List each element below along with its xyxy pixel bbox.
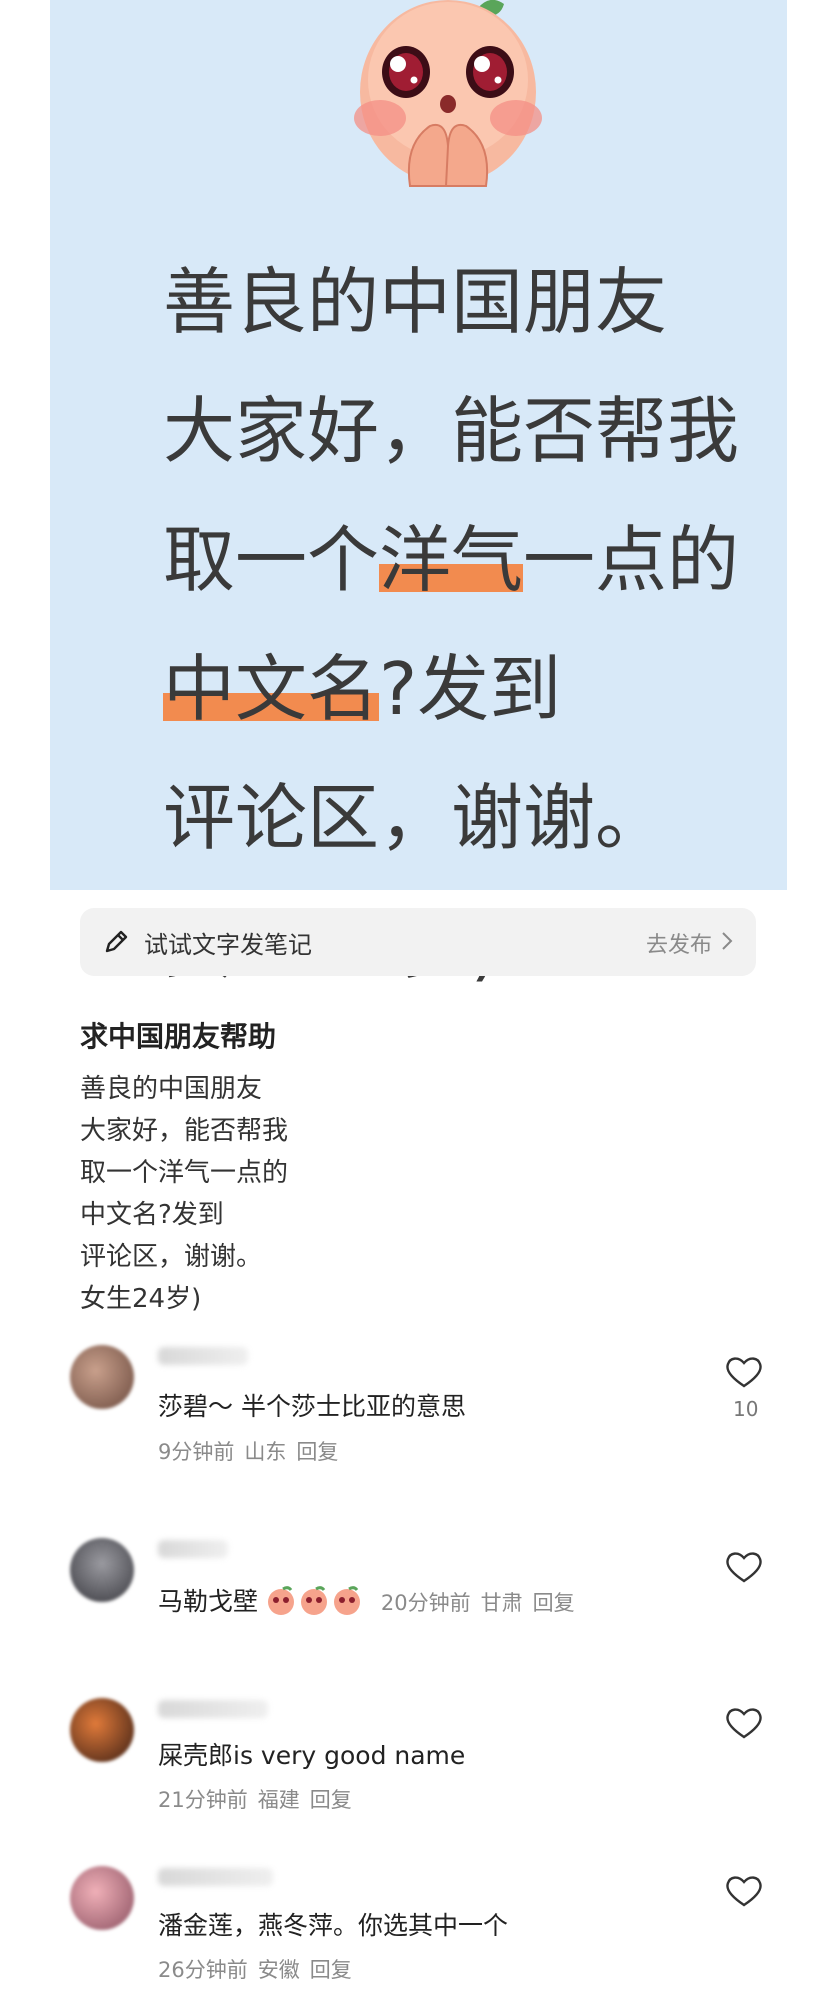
cover-line: 善良的中国朋友 — [163, 260, 668, 344]
heart-icon[interactable] — [725, 1550, 763, 1584]
username-blurred[interactable] — [158, 1868, 273, 1886]
comment-meta: 21分钟前 福建 回复 — [158, 1784, 362, 1814]
comment-item: 潘金莲，燕冬萍。你选其中一个 26分钟前 安徽 回复 — [70, 1866, 770, 1996]
comment-time: 20分钟前 — [380, 1591, 471, 1615]
mascot-emoji-icon — [354, 0, 542, 187]
comment-text: 潘金莲，燕冬萍。你选其中一个 — [158, 1911, 509, 1940]
highlighted-text: 中文名 — [163, 647, 380, 731]
publish-link[interactable]: 去发布 — [646, 927, 712, 959]
comment-time: 9分钟前 — [158, 1440, 235, 1464]
comment-item: 马勒戈壁 20分钟前 甘肃 回复 — [70, 1538, 770, 1638]
like-count: 10 — [733, 1397, 759, 1421]
comment-item: 屎壳郎is very good name 21分钟前 福建 回复 — [70, 1698, 770, 1828]
cover-line: 取一个洋气一点的 — [163, 518, 740, 602]
cover-text: 善良的中国朋友 大家好，能否帮我 取一个洋气一点的 中文名?发到 评论区，谢谢。… — [163, 238, 803, 1012]
comment-item: 莎碧～ 半个莎士比亚的意思 9分钟前 山东 回复 10 — [70, 1345, 770, 1475]
reply-button[interactable]: 回复 — [310, 1788, 352, 1812]
highlighted-text: 洋气 — [379, 518, 524, 602]
chevron-right-icon — [722, 932, 733, 950]
comment-meta: 26分钟前 安徽 回复 — [158, 1954, 362, 1984]
cover-image: 善良的中国朋友 大家好，能否帮我 取一个洋气一点的 中文名?发到 评论区，谢谢。… — [50, 0, 787, 989]
comment-text-row: 马勒戈壁 20分钟前 甘肃 回复 — [158, 1582, 585, 1618]
comment-text: 屎壳郎is very good name — [158, 1741, 466, 1770]
post-body-line: 女生24岁) — [80, 1284, 202, 1314]
comment-meta: 9分钟前 山东 回复 — [158, 1436, 348, 1466]
comment-text: 马勒戈壁 — [158, 1587, 259, 1616]
cover-line: 评论区，谢谢。 — [163, 776, 668, 860]
reply-button[interactable]: 回复 — [310, 1958, 352, 1982]
heart-icon[interactable] — [725, 1874, 763, 1908]
comment-time: 26分钟前 — [158, 1958, 248, 1982]
username-blurred[interactable] — [158, 1347, 248, 1365]
post-body-line: 评论区，谢谢。 — [80, 1242, 263, 1272]
cover-line: 大家好，能否帮我 — [163, 389, 740, 473]
post-body-line: 中文名?发到 — [80, 1200, 224, 1230]
peach-emoji-icon — [333, 1586, 360, 1615]
comment-location: 安徽 — [257, 1958, 300, 1982]
avatar[interactable] — [70, 1866, 134, 1930]
post-body: 善良的中国朋友 大家好，能否帮我 取一个洋气一点的 中文名?发到 评论区，谢谢。… — [80, 1068, 288, 1320]
heart-icon[interactable] — [725, 1355, 763, 1389]
peach-emoji-icon — [300, 1586, 327, 1615]
pen-icon — [105, 930, 128, 953]
post-body-line: 大家好，能否帮我 — [80, 1116, 289, 1146]
post-body-line: 善良的中国朋友 — [80, 1074, 263, 1104]
comment-text: 莎碧～ 半个莎士比亚的意思 — [158, 1392, 466, 1421]
username-blurred[interactable] — [158, 1540, 228, 1558]
heart-icon[interactable] — [725, 1706, 763, 1740]
comment-location: 甘肃 — [480, 1591, 523, 1615]
comment-location: 山东 — [244, 1440, 287, 1464]
comment-time: 21分钟前 — [158, 1788, 248, 1812]
username-blurred[interactable] — [158, 1700, 268, 1718]
comment-meta: 20分钟前 甘肃 回复 — [381, 1591, 585, 1615]
avatar[interactable] — [70, 1698, 134, 1762]
cover-line: 中文名?发到 — [163, 647, 562, 731]
peach-emoji-icon — [267, 1586, 294, 1615]
reply-button[interactable]: 回复 — [296, 1440, 338, 1464]
comment-location: 福建 — [257, 1788, 300, 1812]
post-body-line: 取一个洋气一点的 — [80, 1158, 289, 1188]
post-title: 求中国朋友帮助 — [80, 1020, 277, 1053]
avatar[interactable] — [70, 1345, 134, 1409]
avatar[interactable] — [70, 1538, 134, 1602]
note-bar-label: 试试文字发笔记 — [144, 931, 312, 959]
reply-button[interactable]: 回复 — [533, 1591, 575, 1615]
try-text-note-bar[interactable]: 试试文字发笔记 去发布 — [80, 908, 756, 976]
